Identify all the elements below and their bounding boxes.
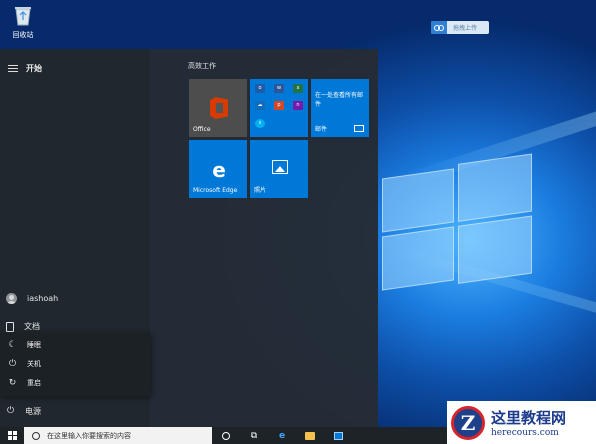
store-button[interactable] (324, 427, 352, 444)
onedrive-icon: ☁ (255, 101, 265, 110)
powerpoint-icon: p (274, 101, 284, 110)
power-button[interactable]: ⏻ 电源 (6, 406, 41, 417)
document-icon (6, 321, 14, 332)
word-icon: w (274, 84, 284, 93)
sleep-option[interactable]: ☾ 睡眠 (8, 340, 41, 350)
outlook-icon: o (255, 84, 265, 93)
tile-photos[interactable]: 照片 (250, 140, 308, 198)
cortana-button[interactable] (212, 427, 240, 444)
start-button[interactable] (0, 427, 24, 444)
restart-label: 重启 (27, 379, 41, 387)
skype-icon: s (255, 119, 265, 128)
search-box[interactable]: 在这里输入你要搜索的内容 (24, 427, 212, 444)
tile-office-label: Office (193, 126, 211, 133)
recycle-bin-label: 回收站 (12, 31, 34, 39)
user-account[interactable]: iashoah (6, 293, 58, 304)
folder-icon (305, 431, 315, 440)
shutdown-option[interactable]: ⏻ 关机 (8, 359, 41, 369)
restart-icon: ↻ (8, 377, 17, 388)
tile-photos-label: 照片 (254, 187, 267, 194)
tile-mail-label: 邮件 (315, 126, 328, 133)
shutdown-label: 关机 (27, 360, 41, 368)
edge-icon: e (212, 158, 226, 182)
tile-office[interactable]: Office (189, 79, 247, 137)
tile-mail[interactable]: 在一处查看所有邮件 邮件 (311, 79, 369, 137)
restart-option[interactable]: ↻ 重启 (8, 378, 41, 388)
cortana-icon (222, 431, 230, 440)
cloud-upload-button[interactable]: 拖拽上传 (431, 21, 489, 34)
photos-icon (272, 160, 288, 174)
hamburger-icon[interactable] (8, 65, 18, 72)
windows-icon (7, 431, 17, 440)
start-header[interactable]: 开始 (8, 63, 42, 74)
recycle-bin-icon (15, 7, 31, 26)
watermark: Z 这里教程网 herecours.com (447, 401, 596, 444)
watermark-logo-icon: Z (451, 405, 485, 440)
office-icon (210, 97, 228, 119)
power-icon: ⏻ (6, 406, 15, 416)
tile-edge[interactable]: e Microsoft Edge (189, 140, 247, 198)
excel-icon: x (293, 84, 303, 93)
cloud-upload-label: 拖拽上传 (453, 25, 478, 32)
mail-caption: 在一处查看所有邮件 (315, 92, 364, 108)
tile-group-title: 高效工作 (188, 62, 216, 70)
task-view-icon: ⧉ (250, 430, 258, 441)
power-menu: ☾ 睡眠 ⏻ 关机 ↻ 重启 (0, 332, 150, 396)
edge-icon: e (278, 430, 286, 441)
onenote-icon: n (293, 101, 303, 110)
tile-office-apps[interactable]: o w x ☁ p n s (250, 79, 308, 137)
power-icon: ⏻ (8, 358, 17, 369)
search-placeholder: 在这里输入你要搜索的内容 (47, 431, 131, 440)
avatar (6, 293, 17, 304)
start-menu: 开始 iashoah 文档 ☾ 睡眠 ⏻ 关机 ↻ 重启 ⏻ 电源 高效工作 O… (0, 49, 378, 427)
file-explorer-button[interactable] (296, 427, 324, 444)
search-icon (32, 431, 40, 440)
start-title: 开始 (26, 64, 42, 73)
windows-wallpaper-logo (382, 153, 532, 294)
mail-icon (354, 125, 364, 132)
power-label: 电源 (25, 407, 41, 416)
edge-taskbar-button[interactable]: e (268, 427, 296, 444)
moon-icon: ☾ (8, 339, 17, 350)
watermark-url: herecours.com (491, 428, 559, 438)
cloud-icon (431, 21, 447, 34)
tile-edge-label: Microsoft Edge (193, 187, 238, 194)
watermark-title: 这里教程网 (491, 409, 567, 427)
sleep-label: 睡眠 (27, 341, 41, 349)
store-icon (333, 431, 343, 440)
documents-item[interactable]: 文档 (6, 321, 40, 332)
recycle-bin[interactable]: 回收站 (8, 4, 38, 40)
user-name: iashoah (27, 294, 59, 303)
documents-label: 文档 (24, 322, 40, 331)
task-view-button[interactable]: ⧉ (240, 427, 268, 444)
